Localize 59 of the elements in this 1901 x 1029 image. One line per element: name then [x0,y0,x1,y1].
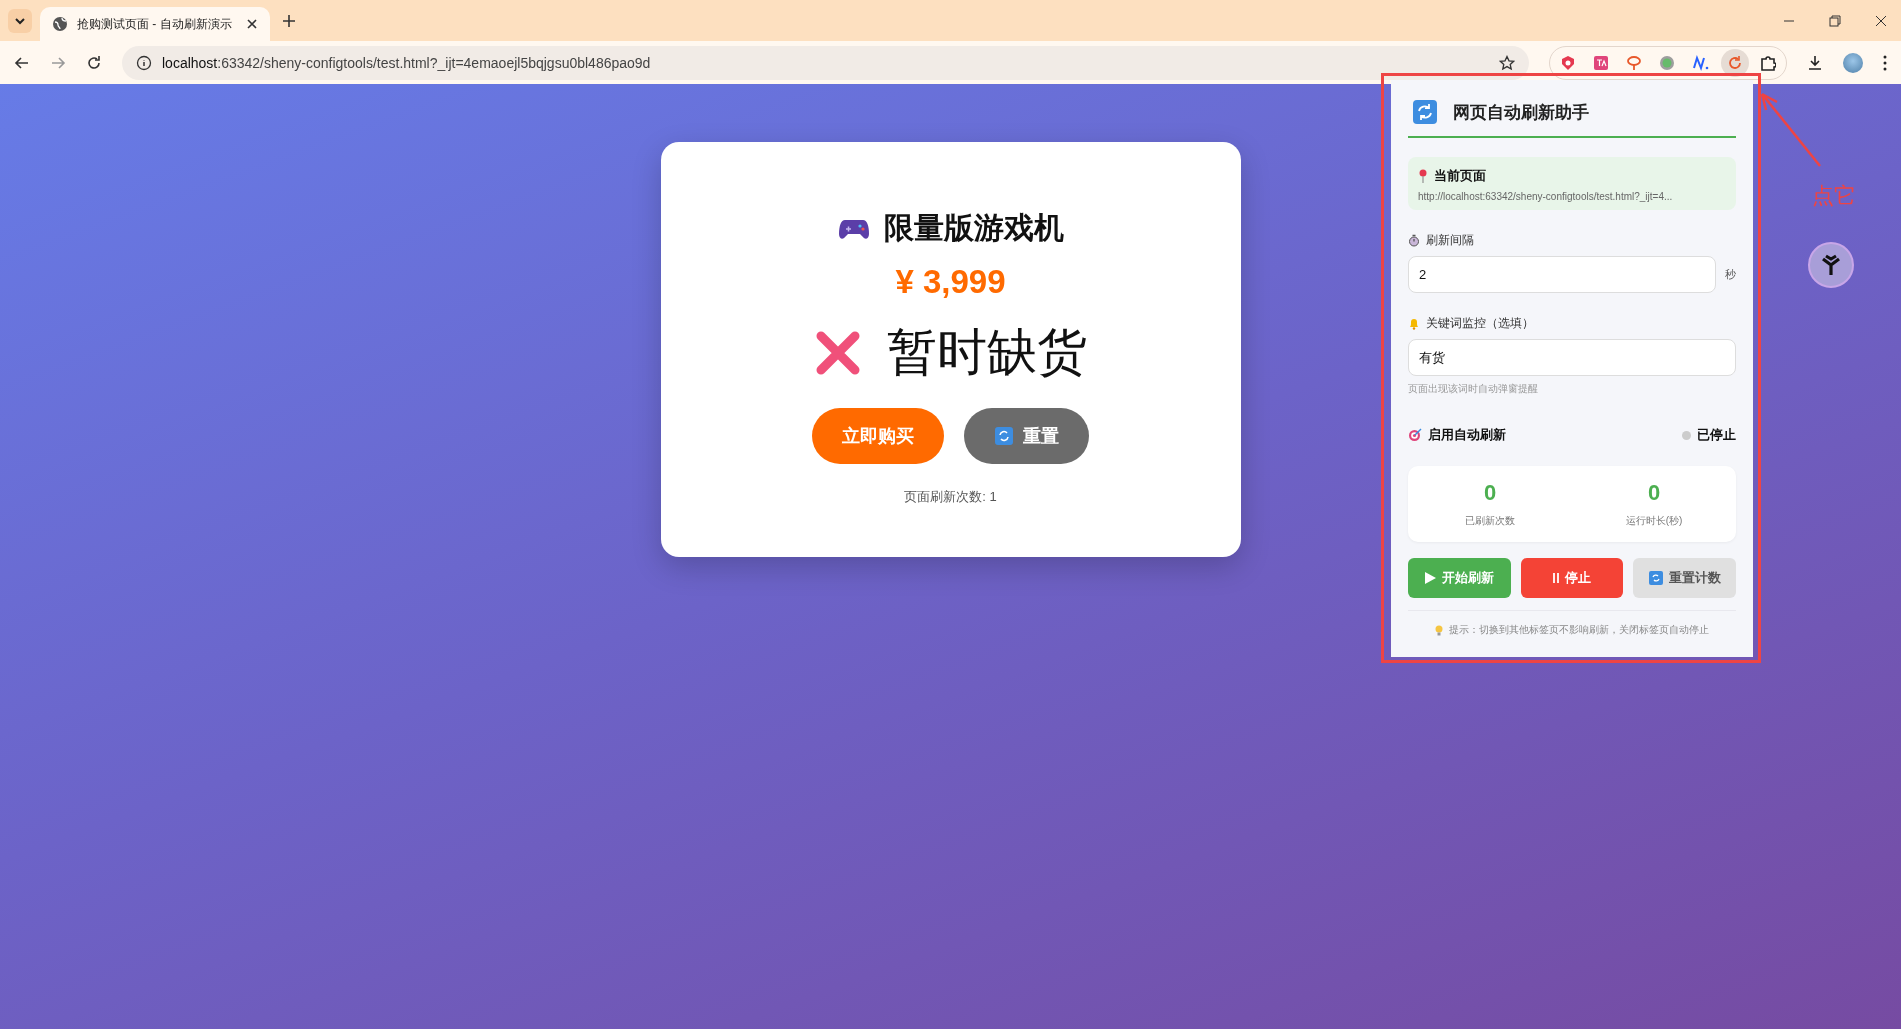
lightbulb-icon [1435,624,1443,636]
browser-tab[interactable]: 抢购测试页面 - 自动刷新演示 [40,7,270,41]
interval-label: 刷新间隔 [1426,232,1474,249]
product-price: ¥ 3,999 [895,263,1006,301]
translate-icon[interactable] [1593,54,1609,71]
stat-label: 已刷新次数 [1465,514,1515,528]
floating-button[interactable] [1808,242,1854,288]
keyword-label: 关键词监控（选填） [1426,315,1534,332]
puzzle-icon[interactable] [1760,54,1776,71]
address-bar[interactable]: localhost:63342/sheny-configtools/test.html?_ijt=4emaoejl5bqjgsu0bl486pao9d [122,45,1529,80]
url-text: localhost:63342/sheny-configtools/test.html?_ijt=4emaoejl5bqjgsu0bl486pao9d [162,54,651,71]
unit-label: 秒 [1725,267,1736,282]
stop-button[interactable]: 停止 [1520,558,1624,598]
status-text: 已停止 [1697,426,1736,444]
forward-icon[interactable] [50,54,66,71]
download-icon[interactable] [1807,54,1823,71]
refresh-icon [1413,100,1437,124]
stopwatch-icon [1408,234,1420,247]
stat-value: 0 [1483,480,1497,506]
letter-n-icon[interactable] [1692,54,1710,71]
refresh-icon [1648,571,1663,585]
annotation-text: 点它 [1812,182,1856,210]
new-tab-icon[interactable] [282,13,296,28]
interval-input[interactable]: 2 [1408,256,1716,293]
refresh-icon [994,427,1013,445]
refresh-count: 页面刷新次数: 1 [904,488,997,506]
close-icon[interactable] [246,18,258,30]
auto-refresh-label: 启用自动刷新 [1428,426,1506,444]
current-page-label: 当前页面 [1434,167,1486,185]
refresh-icon[interactable] [1727,54,1743,71]
pause-icon [1553,573,1559,583]
bell-icon [1408,317,1420,330]
product-title: 限量版游戏机 [883,210,1064,246]
reload-icon[interactable] [86,54,102,71]
back-icon[interactable] [14,54,30,71]
tab-title: 抢购测试页面 - 自动刷新演示 [77,15,233,33]
popup-title: 网页自动刷新助手 [1453,101,1589,124]
star-icon[interactable] [1499,54,1515,71]
reset-button[interactable]: 重置 [964,408,1089,464]
restore-icon[interactable] [1829,14,1841,27]
stat-value: 0 [1647,480,1661,506]
menu-icon[interactable] [1883,54,1887,71]
stock-status: 暂时缺货 [886,323,1087,382]
tab-list-button[interactable] [8,8,32,33]
current-page-url: http://localhost:63342/sheny-configtools/test.html?_ijt=4... [1418,191,1674,202]
reset-button[interactable]: 重置计数 [1633,558,1736,598]
play-icon [1424,572,1436,584]
info-icon[interactable] [136,54,152,71]
keyword-hint: 页面出现该词时自动弹窗提醒 [1408,382,1539,396]
tip-text: 提示：切换到其他标签页不影响刷新，关闭标签页自动停止 [1449,623,1709,637]
avatar[interactable] [1843,52,1863,73]
caret-icon [14,16,26,25]
globe-icon [52,16,68,32]
close-icon[interactable] [1875,14,1887,27]
shield-icon[interactable] [1560,54,1576,71]
circle-icon[interactable] [1659,54,1675,71]
stat-label: 运行时长(秒) [1625,514,1683,528]
target-icon [1408,428,1422,442]
keyword-input[interactable]: 有货 [1408,339,1736,376]
